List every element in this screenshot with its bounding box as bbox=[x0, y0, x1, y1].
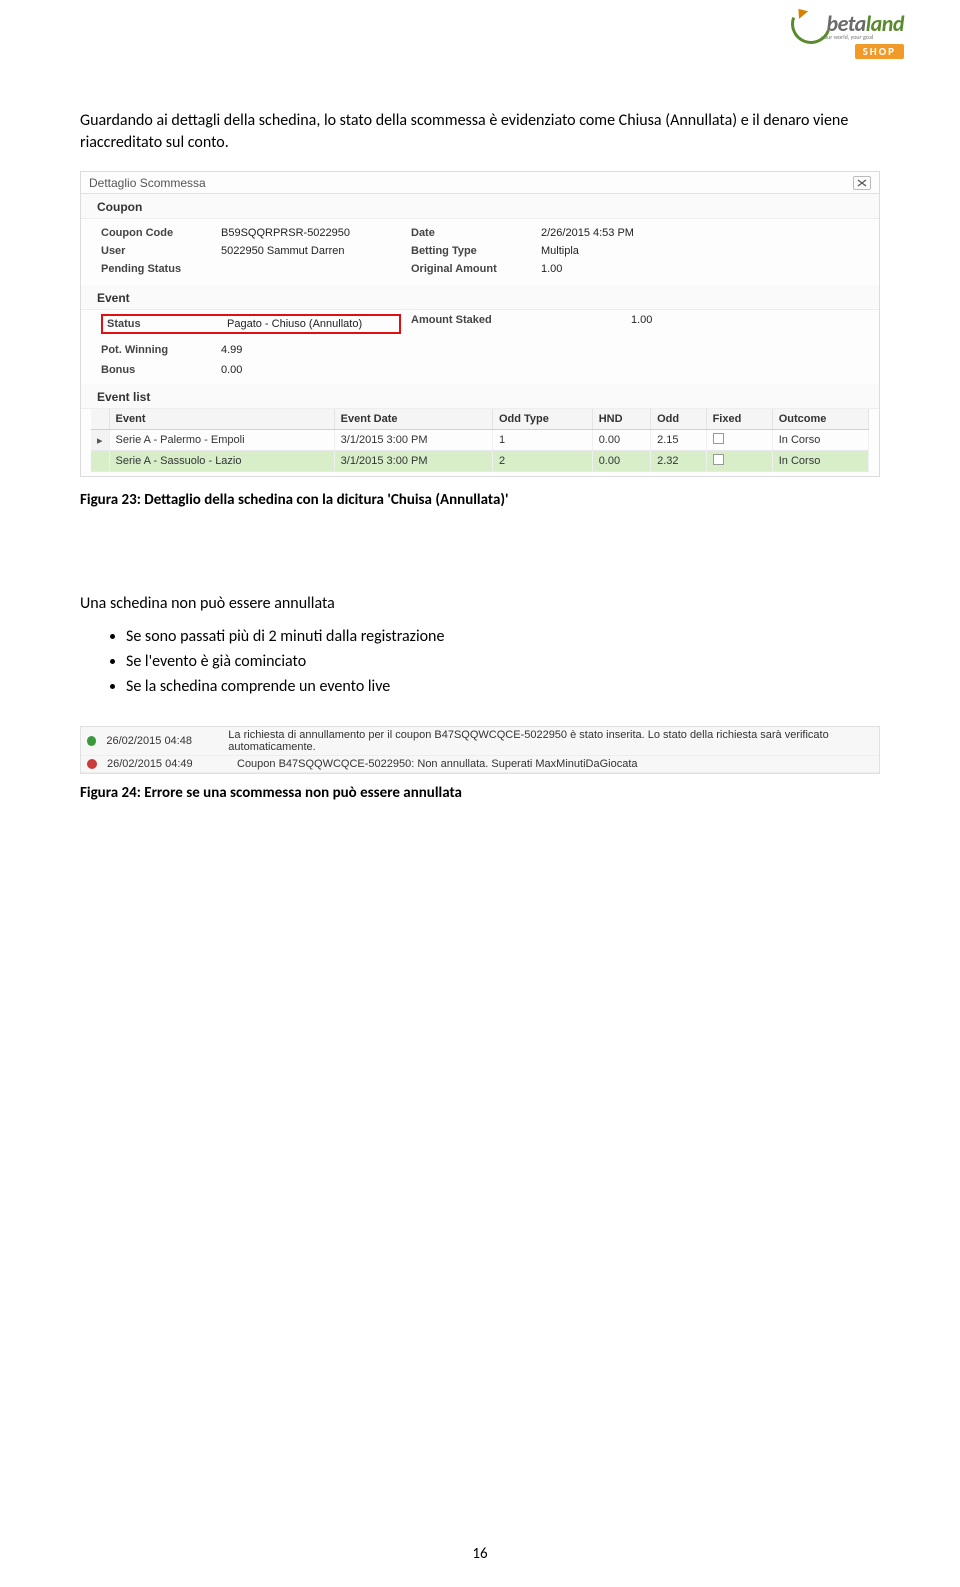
coupon-grid: Coupon Code B59SQQRPRSR-5022950 Date 2/2… bbox=[81, 219, 879, 285]
col-odd: Odd bbox=[651, 409, 706, 430]
value-original-amount: 1.00 bbox=[541, 263, 869, 275]
col-odd-type: Odd Type bbox=[492, 409, 592, 430]
table-cell: 3/1/2015 3:00 PM bbox=[334, 430, 492, 451]
table-cell: Serie A - Palermo - Empoli bbox=[109, 430, 334, 451]
table-cell: 0.00 bbox=[592, 451, 650, 472]
log-message: La richiesta di annullamento per il coup… bbox=[228, 729, 873, 753]
intro-paragraph: Guardando ai dettagli della schedina, lo… bbox=[80, 110, 880, 153]
logo-shop-badge: SHOP bbox=[855, 44, 904, 59]
table-cell: 2.32 bbox=[651, 451, 706, 472]
list-item: Se sono passati più di 2 minuti dalla re… bbox=[126, 627, 880, 646]
value-status: Pagato - Chiuso (Annullato) bbox=[227, 318, 407, 330]
figure-23-caption: Figura 23: Dettaglio della schedina con … bbox=[80, 491, 880, 509]
value-bonus: 0.00 bbox=[221, 364, 401, 376]
brand-logo: betaland your world, your goal SHOP bbox=[791, 10, 904, 60]
checkbox-icon[interactable] bbox=[713, 454, 724, 465]
log-row: 26/02/2015 04:48 La richiesta di annullam… bbox=[81, 727, 879, 756]
label-amount-staked: Amount Staked bbox=[411, 314, 531, 336]
table-header-row: Event Event Date Odd Type HND Odd Fixed … bbox=[91, 409, 869, 430]
value-amount-staked: 1.00 bbox=[631, 314, 869, 336]
log-row: 26/02/2015 04:49 Coupon B47SQQWCQCE-50229… bbox=[81, 756, 879, 773]
logo-swoosh-icon bbox=[791, 14, 825, 34]
event-row-potwin: Pot. Winning 4.99 bbox=[81, 340, 879, 360]
col-hnd: HND bbox=[592, 409, 650, 430]
value-coupon-code: B59SQQRPRSR-5022950 bbox=[221, 227, 401, 239]
status-dot-success-icon bbox=[87, 736, 96, 746]
window-titlebar: Dettaglio Scommessa bbox=[81, 172, 879, 194]
cannot-cancel-heading: Una schedina non può essere annullata bbox=[80, 593, 880, 615]
label-pot-winning: Pot. Winning bbox=[101, 344, 211, 356]
list-item: Se l'evento è già cominciato bbox=[126, 652, 880, 671]
table-cell bbox=[706, 430, 772, 451]
table-cell bbox=[706, 451, 772, 472]
col-outcome: Outcome bbox=[772, 409, 868, 430]
label-bonus: Bonus bbox=[101, 364, 211, 376]
status-dot-error-icon bbox=[87, 759, 97, 769]
status-highlight-box: Status Pagato - Chiuso (Annullato) bbox=[101, 314, 401, 334]
col-fixed: Fixed bbox=[706, 409, 772, 430]
list-item: Se la schedina comprende un evento live bbox=[126, 677, 880, 696]
table-cell: In Corso bbox=[772, 451, 868, 472]
label-user: User bbox=[101, 245, 211, 257]
row-marker-icon bbox=[91, 451, 109, 472]
table-row[interactable]: Serie A - Sassuolo - Lazio3/1/2015 3:00 … bbox=[91, 451, 869, 472]
table-row[interactable]: ▸Serie A - Palermo - Empoli3/1/2015 3:00… bbox=[91, 430, 869, 451]
value-user: 5022950 Sammut Darren bbox=[221, 245, 401, 257]
event-row-bonus: Bonus 0.00 bbox=[81, 360, 879, 384]
cannot-cancel-bullets: Se sono passati più di 2 minuti dalla re… bbox=[126, 627, 880, 696]
log-message: Coupon B47SQQWCQCE-5022950: Non annullat… bbox=[237, 758, 638, 770]
col-event-date: Event Date bbox=[334, 409, 492, 430]
close-icon[interactable] bbox=[853, 176, 871, 190]
event-list-wrapper: Event Event Date Odd Type HND Odd Fixed … bbox=[81, 409, 879, 476]
label-date: Date bbox=[411, 227, 531, 239]
figure-24-caption: Figura 24: Errore se una scommessa non p… bbox=[80, 784, 880, 802]
label-status: Status bbox=[107, 318, 217, 330]
table-cell: Serie A - Sassuolo - Lazio bbox=[109, 451, 334, 472]
label-betting-type: Betting Type bbox=[411, 245, 531, 257]
label-coupon-code: Coupon Code bbox=[101, 227, 211, 239]
label-original-amount: Original Amount bbox=[411, 263, 531, 275]
value-betting-type: Multipla bbox=[541, 245, 869, 257]
event-list-table: Event Event Date Odd Type HND Odd Fixed … bbox=[91, 409, 869, 472]
window-title: Dettaglio Scommessa bbox=[89, 176, 206, 190]
col-marker bbox=[91, 409, 109, 430]
section-coupon-header: Coupon bbox=[81, 194, 879, 219]
table-cell: 0.00 bbox=[592, 430, 650, 451]
section-event-list-header: Event list bbox=[81, 384, 879, 409]
log-timestamp: 26/02/2015 04:49 bbox=[107, 758, 227, 770]
event-row-status: Status Pagato - Chiuso (Annullato) Amoun… bbox=[81, 310, 879, 340]
row-marker-icon: ▸ bbox=[91, 430, 109, 451]
section-event-header: Event bbox=[81, 285, 879, 310]
value-pot-winning: 4.99 bbox=[221, 344, 401, 356]
log-timestamp: 26/02/2015 04:48 bbox=[106, 735, 218, 747]
value-date: 2/26/2015 4:53 PM bbox=[541, 227, 869, 239]
value-pending-status bbox=[221, 263, 401, 275]
detail-panel: Dettaglio Scommessa Coupon Coupon Code B… bbox=[80, 171, 880, 477]
label-pending-status: Pending Status bbox=[101, 263, 211, 275]
table-cell: 2 bbox=[492, 451, 592, 472]
table-cell: 2.15 bbox=[651, 430, 706, 451]
table-cell: 3/1/2015 3:00 PM bbox=[334, 451, 492, 472]
checkbox-icon[interactable] bbox=[713, 433, 724, 444]
log-strip: 26/02/2015 04:48 La richiesta di annullam… bbox=[80, 726, 880, 774]
col-event: Event bbox=[109, 409, 334, 430]
page-number: 16 bbox=[0, 1545, 960, 1563]
table-cell: In Corso bbox=[772, 430, 868, 451]
table-cell: 1 bbox=[492, 430, 592, 451]
